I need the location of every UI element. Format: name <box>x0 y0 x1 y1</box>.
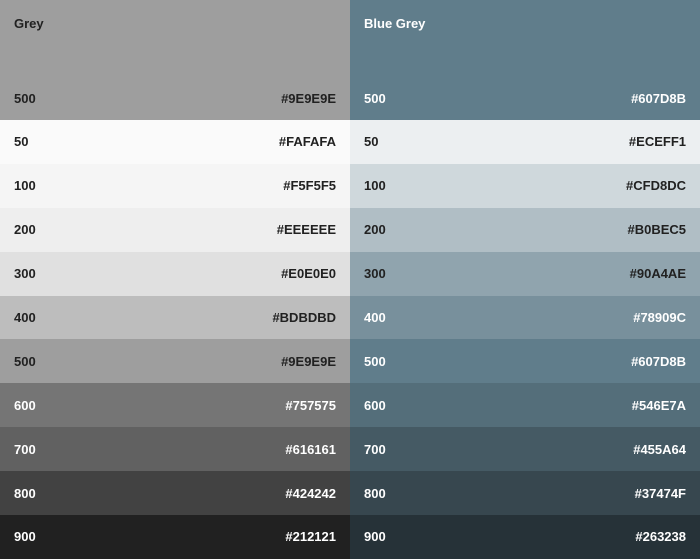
shade-label: 300 <box>364 266 386 282</box>
hex-label: #757575 <box>285 397 336 413</box>
hex-label: #FAFAFA <box>278 134 336 150</box>
shade-label: 800 <box>364 485 386 501</box>
palette-blue-grey: Blue Grey 500 #607D8B 50 #ECEFF1 100 #CFD8… <box>350 0 700 559</box>
header-shade-row: 500 #607D8B <box>364 91 686 106</box>
shade-label: 50 <box>364 134 379 150</box>
shade-label: 300 <box>14 266 36 282</box>
hex-label: #9E9E9E <box>281 353 336 369</box>
shade-label: 50 <box>14 134 29 150</box>
swatch-row[interactable]: 200 #EEEEEE <box>0 207 350 252</box>
hex-label: #EEEEEE <box>276 222 336 238</box>
shade-label: 800 <box>14 485 36 501</box>
swatch-row[interactable]: 700 #455A64 <box>350 427 700 472</box>
hex-label: #424242 <box>285 485 336 501</box>
swatch-row[interactable]: 800 #37474F <box>350 471 700 516</box>
hex-label: #546E7A <box>631 397 686 413</box>
shade-label: 900 <box>364 529 386 545</box>
hex-label: #78909C <box>633 310 686 325</box>
shade-label: 100 <box>14 178 36 194</box>
swatch-row[interactable]: 300 #E0E0E0 <box>0 251 350 296</box>
hex-label: #9E9E9E <box>281 91 336 106</box>
hex-label: #212121 <box>285 529 336 545</box>
color-palettes: Grey 500 #9E9E9E 50 #FAFAFA 100 #F5F5F5 20… <box>0 0 700 559</box>
swatch-row[interactable]: 700 #616161 <box>0 427 350 472</box>
shade-label: 500 <box>364 353 386 369</box>
swatch-row[interactable]: 900 #212121 <box>0 515 350 559</box>
shade-label: 900 <box>14 529 36 545</box>
shade-label: 200 <box>364 222 386 238</box>
palette-title: Blue Grey <box>364 16 426 31</box>
shade-label: 500 <box>364 91 386 106</box>
shade-label: 400 <box>14 310 36 325</box>
hex-label: #90A4AE <box>629 266 686 282</box>
swatch-row[interactable]: 50 #FAFAFA <box>0 120 350 164</box>
swatch-row[interactable]: 200 #B0BEC5 <box>350 207 700 252</box>
shade-label: 600 <box>364 397 386 413</box>
hex-label: #455A64 <box>633 441 686 457</box>
shade-label: 500 <box>14 353 36 369</box>
swatch-row[interactable]: 300 #90A4AE <box>350 251 700 296</box>
shade-label: 100 <box>364 178 386 194</box>
shade-label: 400 <box>364 310 386 325</box>
swatch-row[interactable]: 50 #ECEFF1 <box>350 120 700 164</box>
hex-label: #37474F <box>634 485 686 501</box>
swatch-row[interactable]: 500 #9E9E9E <box>0 339 350 384</box>
shade-label: 500 <box>14 91 36 106</box>
hex-label: #BDBDBD <box>272 310 336 325</box>
palette-header: Grey 500 #9E9E9E <box>0 0 350 120</box>
hex-label: #E0E0E0 <box>281 266 336 282</box>
hex-label: #F5F5F5 <box>283 178 336 194</box>
hex-label: #607D8B <box>631 353 686 369</box>
hex-label: #616161 <box>285 441 336 457</box>
swatch-row[interactable]: 500 #607D8B <box>350 339 700 384</box>
hex-label: #263238 <box>635 529 686 545</box>
swatch-row[interactable]: 400 #78909C <box>350 295 700 340</box>
swatch-row[interactable]: 600 #546E7A <box>350 383 700 428</box>
shade-label: 700 <box>364 441 386 457</box>
shade-label: 600 <box>14 397 36 413</box>
swatch-row[interactable]: 100 #F5F5F5 <box>0 163 350 208</box>
hex-label: #ECEFF1 <box>628 134 686 150</box>
swatch-row[interactable]: 100 #CFD8DC <box>350 163 700 208</box>
palette-header: Blue Grey 500 #607D8B <box>350 0 700 120</box>
swatch-row[interactable]: 400 #BDBDBD <box>0 295 350 340</box>
shade-label: 200 <box>14 222 36 238</box>
palette-grey: Grey 500 #9E9E9E 50 #FAFAFA 100 #F5F5F5 20… <box>0 0 350 559</box>
shade-label: 700 <box>14 441 36 457</box>
palette-title: Grey <box>14 16 44 31</box>
hex-label: #B0BEC5 <box>627 222 686 238</box>
header-shade-row: 500 #9E9E9E <box>14 91 336 106</box>
swatch-row[interactable]: 800 #424242 <box>0 471 350 516</box>
hex-label: #CFD8DC <box>626 178 686 194</box>
swatch-row[interactable]: 600 #757575 <box>0 383 350 428</box>
hex-label: #607D8B <box>631 91 686 106</box>
swatch-row[interactable]: 900 #263238 <box>350 515 700 559</box>
